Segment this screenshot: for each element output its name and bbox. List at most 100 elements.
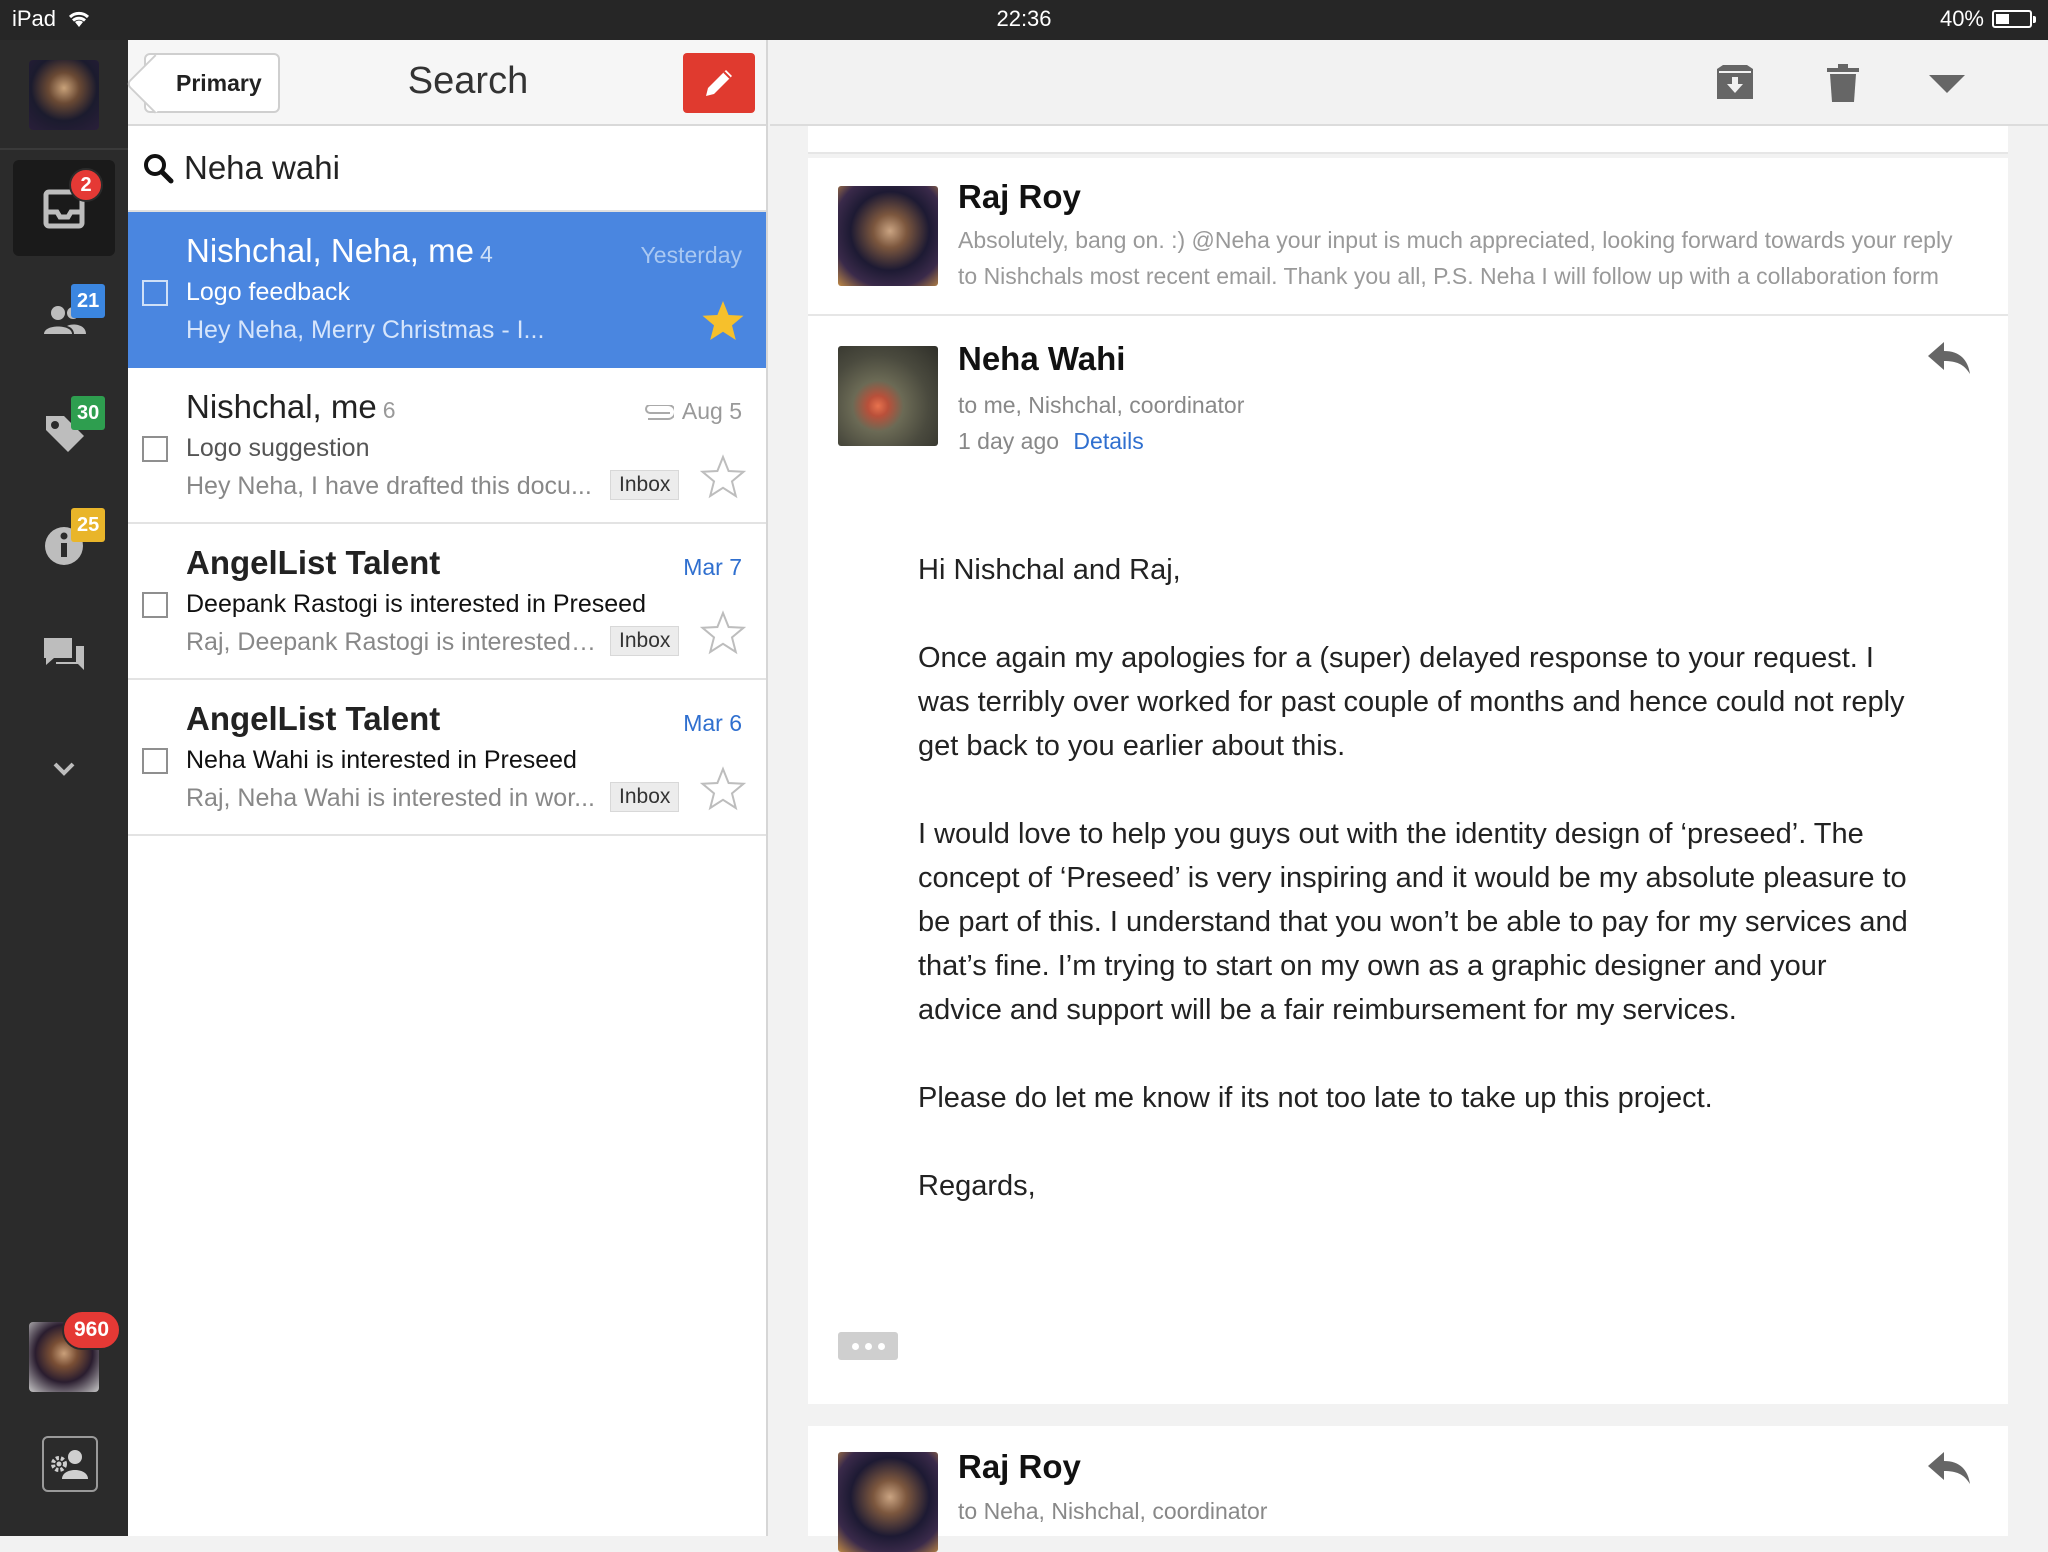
list-header: Primary Search xyxy=(128,40,766,126)
thread-subject: Logo feedback xyxy=(186,278,351,306)
list-title: Search xyxy=(407,60,529,102)
thread-participants: AngelList Talent xyxy=(186,700,440,738)
account-avatar[interactable] xyxy=(29,60,99,130)
body-paragraph: Regards, xyxy=(918,1170,1036,1202)
inbox-label: Inbox xyxy=(610,782,680,812)
show-trimmed-content-button[interactable] xyxy=(838,1332,898,1360)
thread-checkbox[interactable] xyxy=(142,280,168,306)
thread-participants: Nishchal, Neha, me 4 xyxy=(186,232,493,270)
thread-participants: Nishchal, me 6 xyxy=(186,388,396,426)
sender-name: Raj Roy xyxy=(958,1448,1081,1485)
rail-item-updates[interactable]: 25 xyxy=(13,496,115,592)
message-preview: Absolutely, bang on. :) @Neha your input… xyxy=(958,227,1953,289)
compose-button[interactable] xyxy=(683,53,755,113)
back-button[interactable]: Primary xyxy=(144,53,280,113)
thread-snippet: Raj, Neha Wahi is interested in wor... xyxy=(186,784,595,812)
battery-fill xyxy=(1996,14,2009,24)
star-icon[interactable] xyxy=(700,610,746,656)
message-meta: 1 day ago Details xyxy=(958,428,1144,455)
thread-message-count: 6 xyxy=(382,397,396,423)
rail-item-promotions[interactable]: 30 xyxy=(13,384,115,480)
dot xyxy=(877,1342,885,1350)
contacts-settings-button[interactable] xyxy=(42,1436,98,1492)
sender-name: Neha Wahi xyxy=(958,340,1126,377)
rail-item-primary[interactable]: 2 xyxy=(13,160,115,256)
pencil-icon xyxy=(706,70,732,96)
thread-row[interactable]: AngelList Talent Mar 7 Deepank Rastogi i… xyxy=(128,524,766,680)
search-icon xyxy=(144,154,174,184)
sender-avatar xyxy=(838,186,938,286)
details-link[interactable]: Details xyxy=(1073,428,1143,454)
star-icon[interactable] xyxy=(700,454,746,500)
delete-button[interactable] xyxy=(1816,58,1870,108)
thread-row[interactable]: Nishchal, me 6 Aug 5 Logo suggestion Hey … xyxy=(128,368,766,524)
thread-checkbox[interactable] xyxy=(142,592,168,618)
thread-subject: Deepank Rastogi is interested in Preseed xyxy=(186,590,646,618)
thread-date: Aug 5 xyxy=(681,398,742,424)
previous-message-card[interactable] xyxy=(808,126,2008,154)
thread-from: Nishchal, Neha, me xyxy=(186,232,474,269)
thread-date: Mar 6 xyxy=(683,710,742,736)
thread-snippet: Raj, Deepank Rastogi is interested i... xyxy=(186,628,596,656)
more-actions-button[interactable] xyxy=(1920,58,1974,108)
thread-checkbox[interactable] xyxy=(142,436,168,462)
promotions-count-badge: 30 xyxy=(71,396,106,430)
forum-icon xyxy=(44,638,84,670)
rail-item-social[interactable]: 21 xyxy=(13,272,115,368)
thread-participants: AngelList Talent xyxy=(186,544,440,582)
rail-item-more[interactable] xyxy=(13,720,115,816)
reply-icon[interactable] xyxy=(1924,338,1974,378)
thread-date: Yesterday xyxy=(640,242,742,268)
thread-date-wrap: Aug 5 xyxy=(642,398,742,425)
thread-from: AngelList Talent xyxy=(186,544,441,581)
sender-avatar xyxy=(838,1452,938,1552)
body-paragraph: Please do let me know if its not too lat… xyxy=(918,1082,1713,1114)
dot xyxy=(851,1342,859,1350)
reading-pane: Raj Roy Absolutely, bang on. :) @Neha yo… xyxy=(770,40,2048,1552)
reply-icon[interactable] xyxy=(1924,1448,1974,1488)
chevron-down-icon xyxy=(53,762,75,776)
message-time: 1 day ago xyxy=(958,428,1060,454)
search-bar xyxy=(128,126,766,212)
thread-list-pane: Primary Search Nishchal, Neha, me4 Yeste… xyxy=(128,40,768,1536)
dot xyxy=(864,1342,872,1350)
triangle-down-icon xyxy=(1929,75,1965,93)
thread-subject: Neha Wahi is interested in Preseed xyxy=(186,746,577,774)
star-icon[interactable] xyxy=(700,766,746,812)
message-recipients: to Neha, Nishchal, coordinator xyxy=(958,1498,1268,1524)
status-right: 40% xyxy=(1940,6,2036,32)
thread-snippet: Hey Neha, I have drafted this docu... xyxy=(186,472,592,500)
collapsed-message-card[interactable]: Raj Roy to Neha, Nishchal, coordinator xyxy=(808,1426,2008,1552)
thread-row[interactable]: Nishchal, Neha, me 4 Yesterday Logo feedb… xyxy=(128,212,766,368)
sender-name: Raj Roy xyxy=(958,178,1081,215)
inbox-label: Inbox xyxy=(610,626,680,656)
thread-from: Nishchal, me xyxy=(186,388,377,425)
paperclip-icon xyxy=(644,404,674,420)
account-count-badge: 960 xyxy=(62,1310,122,1350)
message-recipients: to me, Nishchal, coordinator xyxy=(958,392,1245,418)
reading-toolbar xyxy=(770,40,2048,126)
updates-count-badge: 25 xyxy=(71,508,106,542)
rail-item-forums[interactable] xyxy=(13,608,115,704)
archive-button[interactable] xyxy=(1708,58,1762,108)
status-bar: iPad 22:36 40% xyxy=(0,0,2048,40)
trash-icon xyxy=(1827,64,1859,102)
primary-count-badge: 2 xyxy=(69,168,103,202)
body-paragraph: Hi Nishchal and Raj, xyxy=(918,554,1181,586)
social-count-badge: 21 xyxy=(71,284,106,318)
thread-row[interactable]: AngelList Talent Mar 6 Neha Wahi is inte… xyxy=(128,680,766,836)
message-body: Hi Nishchal and Raj, Once again my apolo… xyxy=(918,548,1918,1252)
collapsed-message-card[interactable]: Raj Roy Absolutely, bang on. :) @Neha yo… xyxy=(808,158,2008,316)
sender-avatar xyxy=(838,346,938,446)
contacts-gear-icon xyxy=(51,1450,88,1479)
body-paragraph: Once again my apologies for a (super) de… xyxy=(918,642,1905,762)
rail-divider xyxy=(0,148,128,150)
status-time: 22:36 xyxy=(996,6,1052,31)
thread-checkbox[interactable] xyxy=(142,748,168,774)
thread-message-count: 4 xyxy=(479,241,493,267)
search-input[interactable] xyxy=(182,142,746,194)
thread-snippet: Hey Neha, Merry Christmas - I... xyxy=(186,316,545,344)
expanded-message-card: Neha Wahi to me, Nishchal, coordinator 1… xyxy=(808,316,2008,1404)
star-icon-filled[interactable] xyxy=(700,298,746,344)
thread-subject: Logo suggestion xyxy=(186,434,370,462)
